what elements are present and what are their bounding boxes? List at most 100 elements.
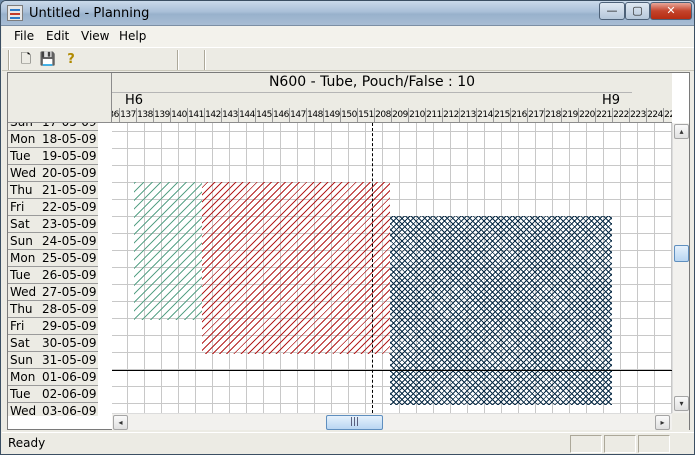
planning-block-red[interactable] xyxy=(202,182,390,354)
marker-h6: H6 xyxy=(125,93,144,108)
scroll-down-button[interactable]: ▾ xyxy=(674,396,689,411)
new-document-icon[interactable]: 🗋 xyxy=(17,51,35,69)
scroll-up-button[interactable]: ▴ xyxy=(674,124,689,139)
date-row-header[interactable]: Mon 25-05-09 xyxy=(8,250,98,267)
row-date: 22-05-09 xyxy=(42,200,97,214)
row-day: Mon xyxy=(10,132,36,146)
row-date: 23-05-09 xyxy=(42,217,97,231)
tick-label: 212 xyxy=(442,108,459,122)
planning-view: N600 - Tube, Pouch/False : 10 H6 H9 1361… xyxy=(7,72,690,430)
date-row-header[interactable]: Tue 19-05-09 xyxy=(8,148,98,165)
today-line xyxy=(112,370,672,371)
tick-label: 215 xyxy=(493,108,510,122)
tick-label: 218 xyxy=(544,108,561,122)
row-date: 02-06-09 xyxy=(42,387,97,401)
tick-label: 139 xyxy=(153,108,170,122)
tick-label: 220 xyxy=(578,108,595,122)
save-icon[interactable]: 💾 xyxy=(39,51,57,69)
row-day: Sat xyxy=(10,217,30,231)
row-day: Wed xyxy=(10,285,37,299)
menu-view[interactable]: View xyxy=(81,29,109,43)
tick-label: 208 xyxy=(374,108,391,122)
row-day: Thu xyxy=(10,183,33,197)
tick-label: 141 xyxy=(187,108,204,122)
help-icon[interactable]: ? xyxy=(62,51,80,69)
minimize-button[interactable]: — xyxy=(599,2,625,20)
horizontal-scrollbar[interactable]: ◂ ||| ▸ xyxy=(112,413,672,430)
vertical-scrollbar[interactable]: ▴ ▾ xyxy=(672,123,689,413)
date-row-header[interactable]: Mon 18-05-09 xyxy=(8,131,98,148)
menu-file[interactable]: File xyxy=(14,29,34,43)
tick-label: 150 xyxy=(340,108,357,122)
tick-label: 211 xyxy=(425,108,442,122)
tick-label: 137 xyxy=(119,108,136,122)
row-day: Sat xyxy=(10,336,30,350)
status-bar: Ready xyxy=(2,432,694,454)
menu-help[interactable]: Help xyxy=(119,29,146,43)
marker-h9: H9 xyxy=(602,93,621,108)
date-row-header[interactable]: Tue 26-05-09 xyxy=(8,267,98,284)
tick-label: 213 xyxy=(459,108,476,122)
horizontal-scroll-thumb[interactable]: ||| xyxy=(326,415,383,430)
date-row-header[interactable]: Mon 01-06-09 xyxy=(8,369,98,386)
tick-label: 144 xyxy=(238,108,255,122)
tick-label: 216 xyxy=(510,108,527,122)
tick-label: 151 xyxy=(357,108,374,122)
tick-label: 143 xyxy=(221,108,238,122)
date-row-header[interactable]: Thu 21-05-09 xyxy=(8,182,98,199)
close-button[interactable]: ✕ xyxy=(650,2,692,20)
row-date: 18-05-09 xyxy=(42,132,97,146)
date-row-header[interactable]: Wed 27-05-09 xyxy=(8,284,98,301)
status-pane xyxy=(638,435,670,453)
date-row-header[interactable]: Wed 20-05-09 xyxy=(8,165,98,182)
tick-label: 145 xyxy=(255,108,272,122)
row-date: 25-05-09 xyxy=(42,251,97,265)
row-date: 30-05-09 xyxy=(42,336,97,350)
tick-label: 210 xyxy=(408,108,425,122)
date-row-header[interactable]: Fri 29-05-09 xyxy=(8,318,98,335)
tick-label: 142 xyxy=(204,108,221,122)
planning-block-navy[interactable] xyxy=(390,216,612,405)
tick-label: 209 xyxy=(391,108,408,122)
toolbar-separator xyxy=(204,50,206,70)
tick-label: 147 xyxy=(289,108,306,122)
planning-grid[interactable] xyxy=(112,123,672,413)
tick-label: 214 xyxy=(476,108,493,122)
row-date: 24-05-09 xyxy=(42,234,97,248)
date-row-header[interactable]: Sun 24-05-09 xyxy=(8,233,98,250)
tick-label: 222 xyxy=(612,108,629,122)
date-row-header[interactable]: Thu 28-05-09 xyxy=(8,301,98,318)
row-day: Wed xyxy=(10,166,37,180)
tick-label: 217 xyxy=(527,108,544,122)
vertical-scroll-thumb[interactable] xyxy=(674,245,689,262)
tick-label: 140 xyxy=(170,108,187,122)
tick-label: 221 xyxy=(595,108,612,122)
scroll-left-button[interactable]: ◂ xyxy=(113,415,128,430)
maximize-button[interactable]: ▢ xyxy=(625,2,650,20)
date-row-header[interactable]: Sat 30-05-09 xyxy=(8,335,98,352)
row-day: Mon xyxy=(10,370,36,384)
title-bar[interactable]: Untitled - Planning — ▢ ✕ xyxy=(1,1,694,26)
app-icon[interactable] xyxy=(7,5,23,21)
planning-block-green[interactable] xyxy=(134,182,202,320)
date-row-header[interactable]: Tue 02-06-09 xyxy=(8,386,98,403)
scroll-right-button[interactable]: ▸ xyxy=(655,415,670,430)
row-date: 19-05-09 xyxy=(42,149,97,163)
menu-edit[interactable]: Edit xyxy=(46,29,69,43)
toolbar-separator xyxy=(177,50,179,70)
tick-label: 223 xyxy=(629,108,646,122)
date-row-header[interactable]: Fri 22-05-09 xyxy=(8,199,98,216)
tick-label: 149 xyxy=(323,108,340,122)
date-row-header[interactable]: Wed 03-06-09 xyxy=(8,403,98,416)
header-corner xyxy=(8,73,112,123)
date-row-headers: Sun 17-05-09 Mon 18-05-09 Tue 19-05-09 Wed 20-0… xyxy=(8,123,98,416)
row-day: Thu xyxy=(10,302,33,316)
row-day: Mon xyxy=(10,251,36,265)
row-day: Fri xyxy=(10,200,25,214)
resource-title: N600 - Tube, Pouch/False : 10 xyxy=(112,73,632,93)
date-row-header[interactable]: Sun 31-05-09 xyxy=(8,352,98,369)
tick-label: 219 xyxy=(561,108,578,122)
row-date: 17-05-09 xyxy=(42,123,96,130)
date-row-header[interactable]: Sat 23-05-09 xyxy=(8,216,98,233)
date-row-header[interactable]: Sun 17-05-09 xyxy=(8,123,98,131)
